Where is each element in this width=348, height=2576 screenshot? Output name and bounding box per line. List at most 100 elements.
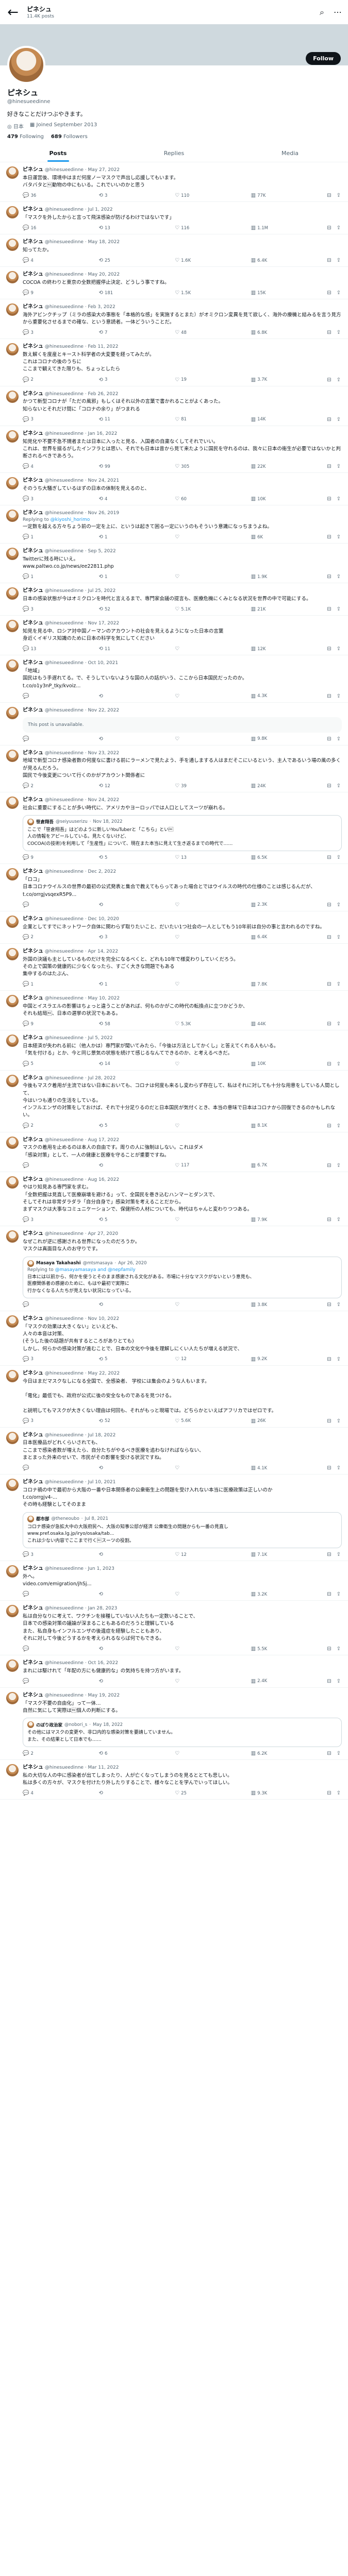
retweet-action[interactable]: ⟲ 3: [99, 935, 118, 940]
retweet-action[interactable]: ⟲ 7: [99, 330, 118, 335]
more-icon[interactable]: ⋯: [334, 7, 342, 18]
share-icon[interactable]: ⇪: [337, 646, 341, 652]
tweet-date[interactable]: Jul 10, 2021: [88, 1480, 116, 1485]
tweet-date[interactable]: Aug 16, 2022: [88, 1177, 120, 1182]
bookmark-icon[interactable]: ⊟: [327, 693, 331, 699]
retweet-action[interactable]: ⟲ 181: [99, 290, 118, 296]
views-action[interactable]: ▥ 2.4K: [251, 1679, 270, 1684]
like-action[interactable]: ♡: [175, 1302, 193, 1308]
like-action[interactable]: ♡: [175, 1061, 193, 1067]
views-action[interactable]: ▥ 77K: [251, 193, 270, 198]
retweet-action[interactable]: ⟲ 11: [99, 417, 118, 422]
like-action[interactable]: ♡ 39: [175, 783, 193, 789]
tweet-author-name[interactable]: ピネシュ: [23, 272, 43, 277]
retweet-action[interactable]: ⟲ 14: [99, 1061, 118, 1067]
tweet-author-name[interactable]: ピネシュ: [23, 1075, 43, 1081]
share-icon[interactable]: ⇪: [337, 225, 341, 231]
tweet-date[interactable]: Nov 26, 2019: [88, 511, 120, 516]
reply-action[interactable]: 💬 4: [23, 464, 41, 469]
share-icon[interactable]: ⇪: [337, 1646, 341, 1652]
tweet-date[interactable]: Jul 5, 2022: [88, 1036, 113, 1041]
tweet-author-name[interactable]: ピネシュ: [23, 1370, 43, 1376]
reply-action[interactable]: 💬 3: [23, 1418, 41, 1424]
views-action[interactable]: ▥ 3.8K: [251, 1302, 270, 1308]
tweet-avatar[interactable]: [6, 390, 19, 403]
views-action[interactable]: ▥ 6.4K: [251, 935, 270, 940]
bookmark-icon[interactable]: ⊟: [327, 935, 331, 940]
reply-action[interactable]: 💬: [23, 1591, 41, 1597]
views-action[interactable]: ▥ 4.1K: [251, 1465, 270, 1471]
tweet-avatar[interactable]: [6, 206, 19, 219]
views-action[interactable]: ▥ 9.2K: [251, 1357, 270, 1362]
like-action[interactable]: ♡: [175, 1751, 193, 1756]
tweet-avatar[interactable]: [6, 587, 19, 600]
views-action[interactable]: ▥ 14K: [251, 417, 270, 422]
tweet-author-name[interactable]: ピネシュ: [23, 1177, 43, 1182]
views-action[interactable]: ▥ 6.7K: [251, 1163, 270, 1168]
tweet-date[interactable]: Mar 11, 2022: [88, 1765, 119, 1770]
tweet-avatar[interactable]: [6, 303, 19, 316]
share-icon[interactable]: ⇪: [337, 981, 341, 987]
reply-action[interactable]: 💬 1: [23, 981, 41, 987]
like-action[interactable]: ♡: [175, 1646, 193, 1652]
share-icon[interactable]: ⇪: [337, 464, 341, 469]
retweet-action[interactable]: ⟲ 1: [99, 534, 118, 540]
bookmark-icon[interactable]: ⊟: [327, 534, 331, 540]
tweet-avatar[interactable]: [6, 1369, 19, 1382]
tweet-avatar[interactable]: [6, 706, 19, 719]
following-link[interactable]: 479 Following: [7, 134, 44, 140]
views-action[interactable]: ▥ 9.3K: [251, 1790, 270, 1796]
bookmark-icon[interactable]: ⊟: [327, 646, 331, 652]
share-icon[interactable]: ⇪: [337, 1552, 341, 1557]
quoted-replying-handle[interactable]: @masayamasaya and @nepfamily: [55, 1267, 136, 1273]
views-action[interactable]: ▥ 21K: [251, 606, 270, 612]
share-icon[interactable]: ⇪: [337, 1123, 341, 1129]
reply-action[interactable]: 💬 9: [23, 855, 41, 860]
share-icon[interactable]: ⇪: [337, 417, 341, 422]
bookmark-icon[interactable]: ⊟: [327, 1646, 331, 1652]
views-action[interactable]: ▥ 9.8K: [251, 736, 270, 742]
follow-button[interactable]: Follow: [306, 52, 341, 65]
retweet-action[interactable]: ⟲: [99, 1552, 118, 1557]
followers-link[interactable]: 689 Followers: [51, 134, 88, 140]
like-action[interactable]: ♡: [175, 1217, 193, 1223]
views-action[interactable]: ▥ 12K: [251, 646, 270, 652]
retweet-action[interactable]: ⟲ 99: [99, 464, 118, 469]
retweet-action[interactable]: ⟲ 5: [99, 1217, 118, 1223]
tweet-avatar[interactable]: [6, 1659, 19, 1672]
reply-action[interactable]: 💬 3: [23, 1217, 41, 1223]
bookmark-icon[interactable]: ⊟: [327, 330, 331, 335]
reply-action[interactable]: 💬 9: [23, 290, 41, 296]
like-action[interactable]: ♡ 117: [175, 1163, 193, 1168]
share-icon[interactable]: ⇪: [337, 1061, 341, 1067]
tweet-author-name[interactable]: ピネシュ: [23, 797, 43, 803]
tweet-author-name[interactable]: ピネシュ: [23, 995, 43, 1001]
tweet-author-name[interactable]: ピネシュ: [23, 1432, 43, 1438]
tweet-author-name[interactable]: ピネシュ: [23, 1660, 43, 1666]
tweet-avatar[interactable]: [6, 995, 19, 1008]
share-icon[interactable]: ⇪: [337, 783, 341, 789]
bookmark-icon[interactable]: ⊟: [327, 1751, 331, 1756]
share-icon[interactable]: ⇪: [337, 1465, 341, 1471]
tweet-date[interactable]: Dec 10, 2020: [88, 917, 119, 922]
like-action[interactable]: ♡: [175, 736, 193, 742]
like-action[interactable]: ♡: [175, 902, 193, 908]
views-action[interactable]: ▥ 4.3K: [251, 693, 270, 699]
bookmark-icon[interactable]: ⊟: [327, 417, 331, 422]
tweet-date[interactable]: Nov 23, 2022: [88, 751, 120, 756]
share-icon[interactable]: ⇪: [337, 1591, 341, 1597]
tweet-author-name[interactable]: ピネシュ: [23, 1765, 43, 1770]
like-action[interactable]: ♡ 305: [175, 464, 193, 469]
tweet-author-name[interactable]: ピネシュ: [23, 948, 43, 954]
bookmark-icon[interactable]: ⊟: [327, 1217, 331, 1223]
like-action[interactable]: ♡ 5.6K: [175, 1418, 193, 1424]
tweet-date[interactable]: Jan 16, 2022: [88, 431, 118, 436]
reply-action[interactable]: 💬 3: [23, 1357, 41, 1362]
bookmark-icon[interactable]: ⊟: [327, 225, 331, 231]
tweet-date[interactable]: Nov 24, 2022: [88, 798, 120, 803]
tab-media[interactable]: Media: [232, 144, 348, 162]
share-icon[interactable]: ⇪: [337, 574, 341, 580]
profile-avatar[interactable]: [7, 46, 45, 84]
retweet-action[interactable]: ⟲: [99, 1591, 118, 1597]
reply-action[interactable]: 💬: [23, 693, 41, 699]
